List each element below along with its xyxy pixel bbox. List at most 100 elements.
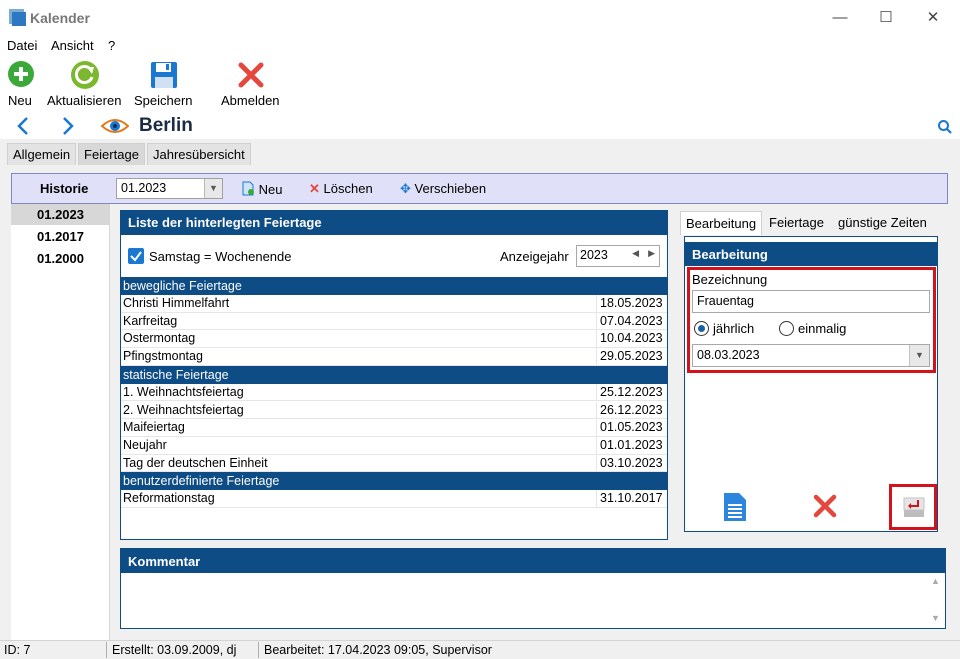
name-input[interactable]: Frauentag (692, 290, 930, 313)
history-new-button[interactable]: Neu (241, 181, 282, 197)
holiday-name: Tag der deutschen Einheit (123, 455, 268, 470)
radio-once-label: einmalig (798, 321, 847, 336)
date-value: 08.03.2023 (697, 348, 760, 362)
holiday-row[interactable]: 1. Weihnachtsfeiertag 25.12.2023 (121, 383, 667, 402)
status-created: Erstellt: 03.09.2009, dj (112, 643, 237, 657)
history-list (11, 204, 110, 640)
weekend-checkbox-label: Samstag = Wochenende (149, 249, 292, 264)
history-move-label: Verschieben (414, 181, 487, 196)
close-x-icon (238, 62, 264, 88)
enter-return-icon (903, 497, 925, 517)
holiday-date: 03.10.2023 (596, 454, 667, 472)
holiday-date: 18.05.2023 (596, 295, 667, 312)
holiday-row[interactable]: Tag der deutschen Einheit 03.10.2023 (121, 454, 667, 473)
holiday-date: 31.10.2017 (596, 490, 667, 508)
menu-ansicht[interactable]: Ansicht (51, 38, 94, 53)
checkmark-icon (130, 251, 142, 262)
holiday-date: 10.04.2023 (596, 330, 667, 348)
holiday-date: 29.05.2023 (596, 348, 667, 366)
refresh-icon (71, 61, 99, 89)
history-item[interactable]: 01.2000 (11, 248, 110, 269)
tab-guenstige-zeiten[interactable]: günstige Zeiten (833, 211, 932, 235)
status-separator (258, 642, 259, 658)
chevron-down-icon[interactable]: ▼ (204, 179, 222, 198)
holiday-name: Christi Himmelfahrt (123, 296, 230, 310)
minimize-button[interactable]: — (817, 0, 863, 36)
holiday-row[interactable]: Ostermontag 10.04.2023 (121, 330, 667, 349)
logout-label: Abmelden (221, 93, 280, 108)
window-title: Kalender (30, 10, 90, 26)
holiday-row[interactable]: Christi Himmelfahrt 18.05.2023 (121, 295, 667, 313)
forward-arrow-icon[interactable] (60, 116, 76, 136)
holiday-row[interactable]: 2. Weihnachtsfeiertag 26.12.2023 (121, 401, 667, 420)
tab-editor-feiertage[interactable]: Feiertage (764, 211, 829, 235)
name-field-label: Bezeichnung (692, 272, 768, 287)
weekend-checkbox[interactable] (128, 248, 144, 264)
refresh-button[interactable]: Aktualisieren (45, 58, 125, 110)
holiday-name: 2. Weihnachtsfeiertag (123, 402, 244, 417)
tab-bearbeitung[interactable]: Bearbeitung (680, 211, 763, 235)
search-icon[interactable] (937, 119, 953, 135)
menu-datei[interactable]: Datei (7, 38, 37, 53)
new-button[interactable]: Neu (0, 58, 36, 110)
holiday-row[interactable]: Reformationstag 31.10.2017 (121, 490, 667, 508)
title-bar (0, 0, 960, 36)
holiday-name: 1. Weihnachtsfeiertag (123, 384, 244, 399)
close-button[interactable]: ✕ (910, 0, 956, 36)
floppy-disk-icon (151, 62, 177, 88)
holiday-row[interactable]: Maifeiertag 01.05.2023 (121, 419, 667, 437)
radio-once[interactable] (779, 321, 794, 336)
editor-title: Bearbeitung (685, 242, 937, 266)
history-select-value: 01.2023 (121, 181, 167, 195)
holiday-name: Maifeiertag (123, 420, 185, 435)
year-label: Anzeigejahr (500, 249, 569, 264)
increment-icon[interactable]: ▶ (648, 248, 655, 259)
delete-icon: ✕ (309, 181, 320, 196)
year-value: 2023 (580, 248, 608, 262)
holiday-row[interactable]: Pfingstmontag 29.05.2023 (121, 348, 667, 366)
menu-help[interactable]: ? (108, 38, 115, 53)
holiday-row[interactable]: Neujahr 01.01.2023 (121, 436, 667, 455)
history-delete-label: Löschen (323, 181, 373, 196)
history-delete-button[interactable]: ✕ Löschen (309, 181, 373, 197)
back-arrow-icon[interactable] (15, 116, 31, 136)
comment-textarea[interactable] (121, 573, 945, 628)
plus-icon (8, 61, 34, 87)
history-item[interactable]: 01.2017 (11, 226, 110, 247)
holiday-name: Karfreitag (123, 313, 178, 328)
document-list-icon[interactable] (723, 492, 747, 522)
scroll-down-icon[interactable]: ▼ (931, 613, 940, 623)
tab-jahresuebersicht[interactable]: Jahresübersicht (147, 143, 251, 165)
history-move-button[interactable]: ✥ Verschieben (400, 181, 486, 197)
decrement-icon[interactable]: ◀ (632, 248, 639, 259)
holiday-name: Pfingstmontag (123, 349, 203, 364)
radio-yearly[interactable] (694, 321, 709, 336)
date-select[interactable]: 08.03.2023 ▼ (692, 344, 930, 367)
tab-allgemein[interactable]: Allgemein (7, 143, 77, 165)
chevron-down-icon[interactable]: ▼ (909, 345, 929, 366)
maximize-button[interactable]: ☐ (863, 0, 909, 36)
history-item[interactable]: 01.2023 (11, 204, 110, 225)
tab-feiertage[interactable]: Feiertage (78, 143, 145, 165)
holiday-date: 25.12.2023 (596, 383, 667, 401)
cancel-x-icon[interactable] (813, 494, 837, 518)
holiday-name: Reformationstag (123, 491, 215, 506)
new-document-icon (242, 181, 254, 196)
history-new-label: Neu (258, 182, 283, 197)
comment-title: Kommentar (121, 549, 945, 573)
app-icon (9, 9, 26, 26)
apply-button[interactable] (889, 484, 937, 530)
holiday-row[interactable]: Karfreitag 07.04.2023 (121, 312, 667, 331)
status-edited: Bearbeitet: 17.04.2023 09:05, Supervisor (264, 643, 492, 657)
year-stepper[interactable]: 2023 ◀ ▶ (576, 245, 660, 267)
history-select[interactable]: 01.2023 ▼ (116, 178, 223, 199)
eye-icon[interactable] (101, 117, 129, 135)
scroll-up-icon[interactable]: ▲ (931, 576, 940, 586)
holiday-name: Neujahr (123, 437, 167, 452)
status-separator (106, 642, 107, 658)
holiday-group-header: bewegliche Feiertage (121, 277, 667, 295)
logout-button[interactable]: Abmelden (218, 58, 284, 110)
location-title: Berlin (139, 115, 193, 136)
holiday-group-header: statische Feiertage (121, 365, 667, 384)
save-button[interactable]: Speichern (132, 58, 198, 110)
